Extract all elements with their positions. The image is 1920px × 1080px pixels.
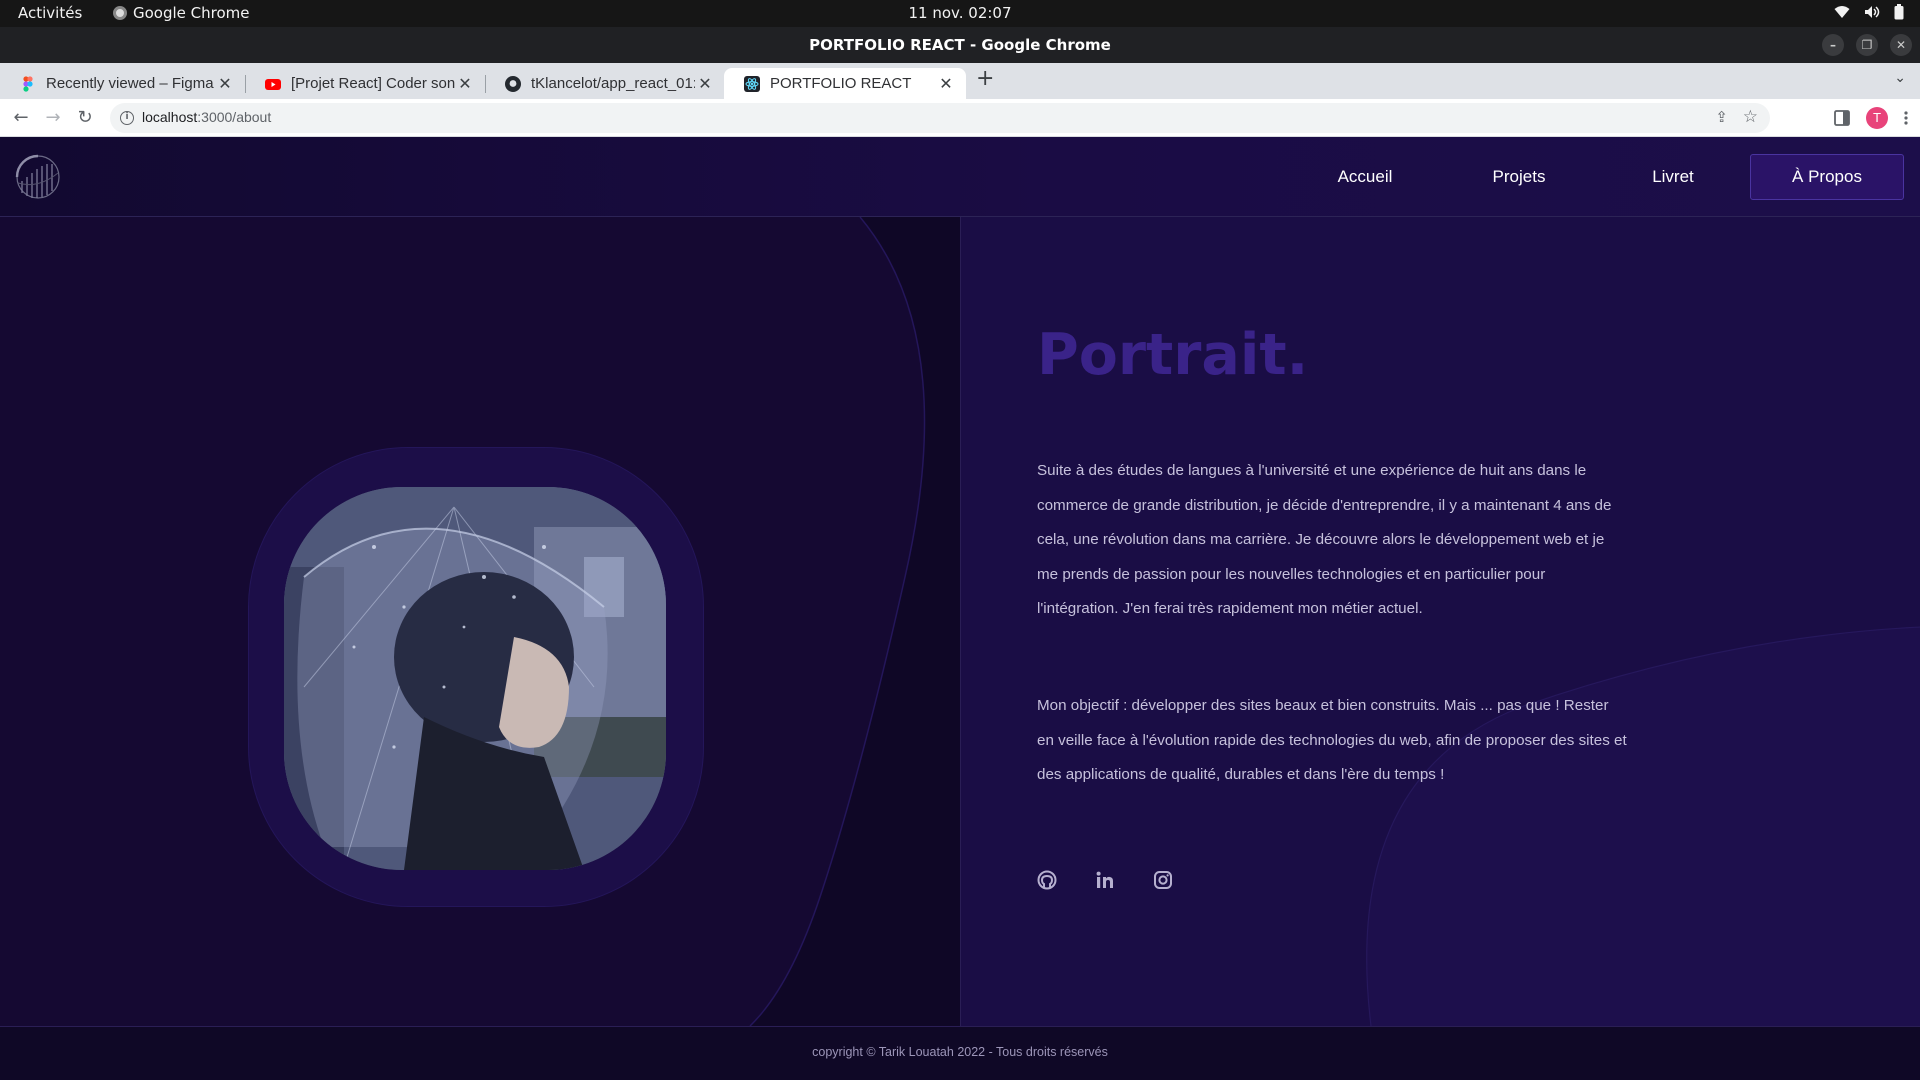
profile-avatar[interactable]: T bbox=[1866, 107, 1888, 129]
tab-strip: Recently viewed – Figma ✕ [Projet React]… bbox=[0, 63, 1920, 99]
tab-youtube[interactable]: [Projet React] Coder son C ✕ bbox=[245, 68, 486, 99]
volume-icon bbox=[1865, 6, 1880, 18]
close-tab-icon[interactable]: ✕ bbox=[215, 74, 235, 94]
activities-button[interactable]: Activités bbox=[18, 4, 82, 22]
close-tab-icon[interactable]: ✕ bbox=[455, 74, 475, 94]
reload-icon[interactable]: ↻ bbox=[74, 107, 96, 129]
tab-label: Recently viewed – Figma bbox=[46, 75, 214, 92]
app-menu[interactable]: Google Chrome bbox=[113, 4, 250, 22]
close-window-button[interactable]: ✕ bbox=[1890, 34, 1912, 56]
back-arrow-icon[interactable]: ← bbox=[10, 107, 32, 129]
chrome-icon bbox=[113, 6, 127, 20]
system-top-bar: Activités Google Chrome 11 nov. 02:07 bbox=[0, 0, 1920, 27]
copyright-text: copyright © Tarik Louatah 2022 - Tous dr… bbox=[812, 1045, 1108, 1059]
app-name: Google Chrome bbox=[133, 4, 250, 22]
nav-link-projets[interactable]: Projets bbox=[1442, 154, 1596, 200]
close-tab-icon[interactable]: ✕ bbox=[936, 74, 956, 94]
about-paragraph-2: Mon objectif : développer des sites beau… bbox=[1037, 697, 1627, 783]
page-heading: Portrait. bbox=[1037, 322, 1309, 388]
tab-github[interactable]: tKlancelot/app_react_01: ✕ bbox=[485, 68, 725, 99]
tab-label: PORTFOLIO REACT bbox=[770, 75, 912, 92]
tab-figma[interactable]: Recently viewed – Figma ✕ bbox=[0, 68, 246, 99]
site-footer: copyright © Tarik Louatah 2022 - Tous dr… bbox=[0, 1026, 1920, 1080]
youtube-icon bbox=[265, 78, 281, 90]
url-text[interactable]: localhost:3000/about bbox=[142, 109, 271, 125]
tab-search-chevron-icon[interactable]: ⌄ bbox=[1894, 70, 1906, 86]
restore-button[interactable]: ❐ bbox=[1856, 34, 1878, 56]
address-bar[interactable]: i localhost:3000/about ⇪ ☆ bbox=[110, 103, 1770, 133]
share-icon[interactable]: ⇪ bbox=[1715, 108, 1728, 126]
tab-portfolio[interactable]: PORTFOLIO REACT ✕ bbox=[724, 68, 966, 99]
web-page: Accueil Projets Livret À Propos Portrait… bbox=[0, 137, 1920, 1080]
nav-link-livret[interactable]: Livret bbox=[1596, 154, 1750, 200]
figma-icon bbox=[23, 75, 33, 92]
site-info-icon[interactable]: i bbox=[120, 111, 134, 125]
battery-icon bbox=[1894, 4, 1904, 20]
more-menu-icon[interactable] bbox=[1904, 110, 1908, 126]
github-icon bbox=[505, 75, 521, 92]
browser-toolbar: ← → ↻ i localhost:3000/about ⇪ ☆ T bbox=[0, 99, 1920, 137]
clock[interactable]: 11 nov. 02:07 bbox=[0, 4, 1920, 22]
site-logo-icon[interactable] bbox=[14, 153, 62, 201]
portrait-illustration bbox=[284, 487, 666, 870]
window-title: PORTFOLIO REACT - Google Chrome bbox=[809, 36, 1111, 54]
social-links bbox=[1037, 870, 1173, 890]
side-panel-icon[interactable] bbox=[1834, 110, 1850, 126]
tab-label: tKlancelot/app_react_01: bbox=[531, 75, 695, 92]
system-tray[interactable] bbox=[1834, 4, 1904, 20]
wifi-icon bbox=[1834, 6, 1850, 18]
forward-arrow-icon[interactable]: → bbox=[42, 107, 64, 129]
close-tab-icon[interactable]: ✕ bbox=[695, 74, 715, 94]
linkedin-icon[interactable] bbox=[1095, 870, 1115, 890]
site-navbar: Accueil Projets Livret À Propos bbox=[0, 137, 1920, 217]
nav-link-a-propos[interactable]: À Propos bbox=[1750, 154, 1904, 200]
about-paragraph-1: Suite à des études de langues à l'univer… bbox=[1037, 462, 1612, 617]
window-titlebar: PORTFOLIO REACT - Google Chrome – ❐ ✕ bbox=[0, 27, 1920, 63]
portrait-image bbox=[284, 487, 666, 870]
nav-links: Accueil Projets Livret À Propos bbox=[1288, 154, 1904, 200]
new-tab-button[interactable]: + bbox=[976, 66, 994, 91]
nav-link-accueil[interactable]: Accueil bbox=[1288, 154, 1442, 200]
instagram-icon[interactable] bbox=[1153, 870, 1173, 890]
github-icon[interactable] bbox=[1037, 870, 1057, 890]
react-icon bbox=[744, 75, 760, 92]
bookmark-star-icon[interactable]: ☆ bbox=[1743, 107, 1758, 127]
tab-label: [Projet React] Coder son C bbox=[291, 75, 455, 92]
minimize-button[interactable]: – bbox=[1822, 34, 1844, 56]
